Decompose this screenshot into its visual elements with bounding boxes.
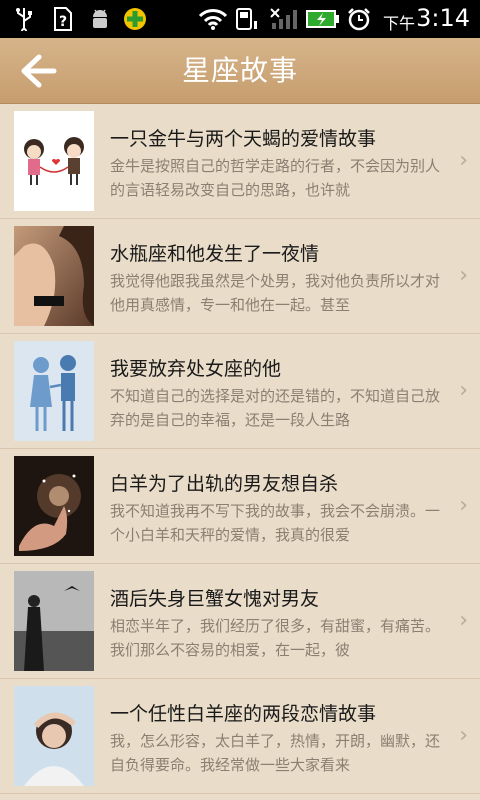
status-bar: ? 下午 3:14 xyxy=(0,0,480,38)
story-title: 白羊为了出轨的男友想自杀 xyxy=(110,473,339,495)
chevron-right-icon: › xyxy=(459,263,468,288)
story-title: 一只金牛与两个天蝎的爱情故事 xyxy=(110,128,377,150)
story-thumbnail xyxy=(14,571,94,671)
story-excerpt: 不知道自己的选择是对的还是错的，不知道自己放弃的是自己的幸福，还是一段人生路 xyxy=(110,387,441,429)
chevron-right-icon: › xyxy=(459,723,468,748)
story-thumbnail xyxy=(14,226,94,326)
story-excerpt: 金牛是按照自己的哲学走路的行者，不会因为别人的言语轻易改变自己的思路，也许就 xyxy=(110,157,441,199)
story-thumbnail xyxy=(14,456,94,556)
phone-icon xyxy=(234,7,262,31)
list-item[interactable]: 酒后失身巨蟹女愧对男友 相恋半年了，我们经历了很多，有甜蜜，有痛苦。我们那么不容… xyxy=(0,564,480,679)
header-bar: 星座故事 xyxy=(0,38,480,104)
story-title: 酒后失身巨蟹女愧对男友 xyxy=(110,588,320,610)
story-excerpt: 我不知道我再不写下我的故事，我会不会崩溃。一个小白羊和天秤的爱情，我真的很爱 xyxy=(110,502,441,544)
app-plus-icon xyxy=(122,7,148,31)
story-excerpt: 我，怎么形容，太白羊了，热情，开朗，幽默，还自负得要命。我经常做一些大家看来 xyxy=(110,732,441,774)
story-thumbnail xyxy=(14,111,94,211)
story-excerpt: 相恋半年了，我们经历了很多，有甜蜜，有痛苦。我们那么不容易的相爱，在一起，彼 xyxy=(110,617,441,659)
usb-icon xyxy=(14,7,34,31)
list-item[interactable]: 水瓶座和他发生了一夜情 我觉得他跟我虽然是个处男，我对他负责所以才对他用真感情，… xyxy=(0,219,480,334)
list-item[interactable]: 我要放弃处女座的他 不知道自己的选择是对的还是错的，不知道自己放弃的是自己的幸福… xyxy=(0,334,480,449)
story-title: 我要放弃处女座的他 xyxy=(110,358,282,380)
signal-icon xyxy=(268,7,300,31)
status-ampm: 下午 xyxy=(383,14,416,33)
chevron-right-icon: › xyxy=(459,493,468,518)
battery-charging-icon xyxy=(306,7,340,31)
wifi-icon xyxy=(198,7,228,31)
story-thumbnail xyxy=(14,686,94,786)
sim-alert-icon: ? xyxy=(50,7,74,31)
story-list: 一只金牛与两个天蝎的爱情故事 金牛是按照自己的哲学走路的行者，不会因为别人的言语… xyxy=(0,104,480,800)
svg-text:?: ? xyxy=(59,14,67,30)
story-title: 一个任性白羊座的两段恋情故事 xyxy=(110,703,377,725)
status-time: 3:14 xyxy=(416,4,470,32)
chevron-right-icon: › xyxy=(459,608,468,633)
list-item[interactable]: 白羊为了出轨的男友想自杀 我不知道我再不写下我的故事，我会不会崩溃。一个小白羊和… xyxy=(0,449,480,564)
story-excerpt: 我觉得他跟我虽然是个处男，我对他负责所以才对他用真感情，专一和他在一起。甚至 xyxy=(110,272,441,314)
list-item[interactable]: 一只金牛与两个天蝎的爱情故事 金牛是按照自己的哲学走路的行者，不会因为别人的言语… xyxy=(0,104,480,219)
chevron-right-icon: › xyxy=(459,148,468,173)
chevron-right-icon: › xyxy=(459,378,468,403)
list-item[interactable]: 一个任性白羊座的两段恋情故事 我，怎么形容，太白羊了，热情，开朗，幽默，还自负得… xyxy=(0,679,480,794)
android-debug-icon xyxy=(88,7,112,31)
alarm-icon xyxy=(346,7,372,31)
page-title: 星座故事 xyxy=(181,54,298,87)
story-title: 水瓶座和他发生了一夜情 xyxy=(110,243,320,265)
story-thumbnail xyxy=(14,341,94,441)
